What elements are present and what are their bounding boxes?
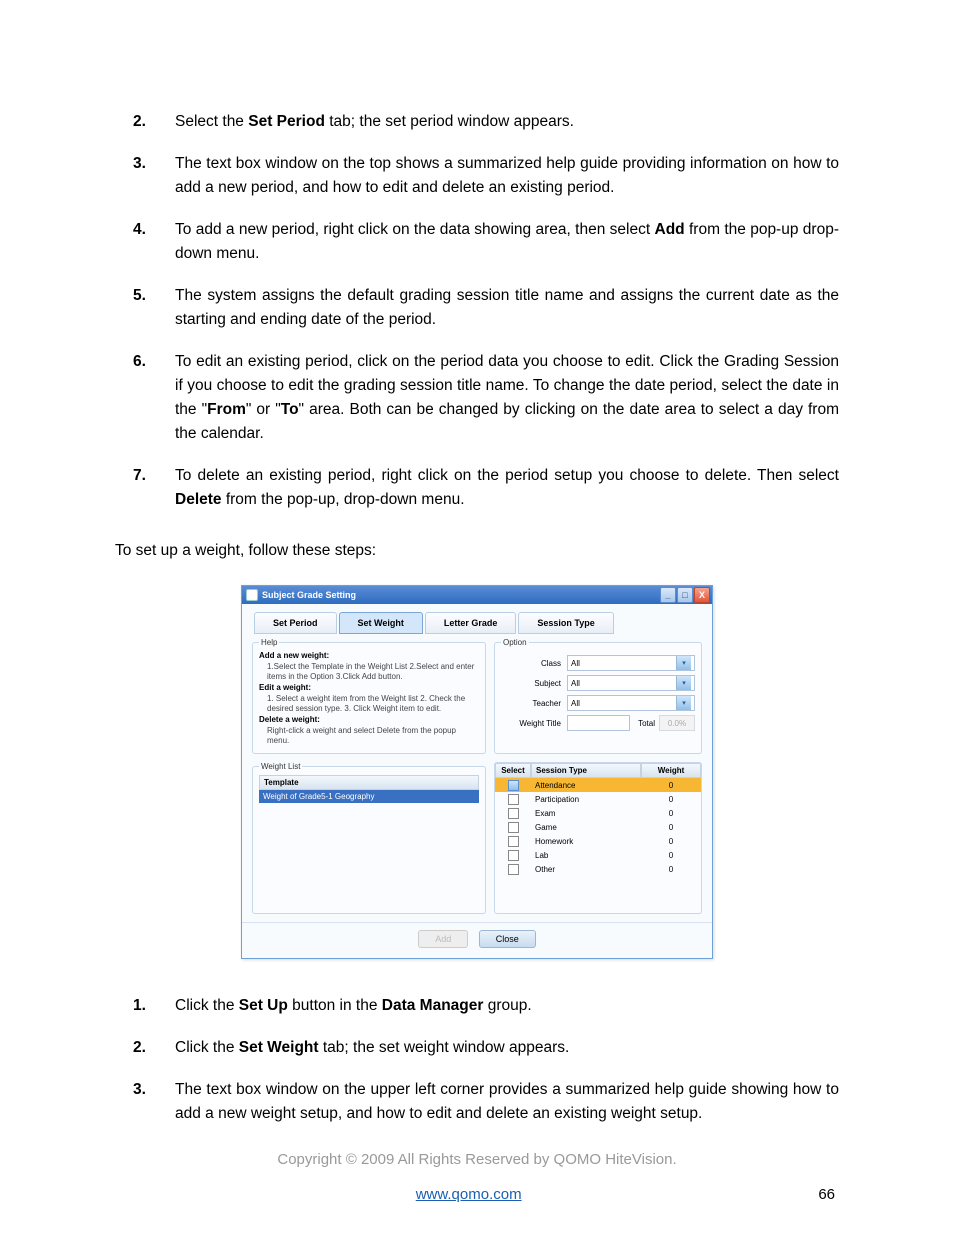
dialog-figure: Subject Grade Setting _ □ X Set PeriodSe… [115, 585, 839, 959]
session-type-cell: Game [531, 823, 641, 832]
class-label: Class [501, 659, 561, 668]
row-checkbox[interactable] [508, 850, 519, 861]
row-checkbox[interactable] [508, 808, 519, 819]
weight-list-fieldset: Weight List Template Weight of Grade5-1 … [252, 762, 486, 914]
session-type-cell: Lab [531, 851, 641, 860]
weight-cell: 0 [641, 851, 701, 860]
weight-cell: 0 [641, 809, 701, 818]
dropdown-icon[interactable]: ▾ [676, 656, 691, 670]
close-icon[interactable]: X [694, 587, 710, 603]
tab-letter-grade[interactable]: Letter Grade [425, 612, 517, 634]
weight-list-legend: Weight List [259, 762, 302, 771]
window-title: Subject Grade Setting [262, 590, 356, 600]
weight-list-header: Template [259, 775, 479, 790]
session-row[interactable]: Game0 [495, 820, 701, 834]
session-row[interactable]: Participation0 [495, 792, 701, 806]
step-item: 3.The text box window on the upper left … [115, 1078, 839, 1126]
numbered-steps-1: 2.Select the Set Period tab; the set per… [115, 110, 839, 512]
weight-title-input[interactable] [567, 715, 630, 731]
minimize-icon[interactable]: _ [660, 587, 676, 603]
dropdown-icon[interactable]: ▾ [676, 676, 691, 690]
option-legend: Option [501, 638, 529, 647]
maximize-icon[interactable]: □ [677, 587, 693, 603]
tab-set-weight[interactable]: Set Weight [339, 612, 423, 634]
row-checkbox[interactable] [508, 836, 519, 847]
weight-cell: 0 [641, 837, 701, 846]
add-button[interactable]: Add [418, 930, 468, 948]
session-row[interactable]: Homework0 [495, 834, 701, 848]
step-item: 1.Click the Set Up button in the Data Ma… [115, 994, 839, 1018]
copyright: Copyright © 2009 All Rights Reserved by … [115, 1151, 839, 1168]
step-item: 6.To edit an existing period, click on t… [115, 350, 839, 446]
session-row[interactable]: Lab0 [495, 848, 701, 862]
session-row[interactable]: Attendance0 [495, 778, 701, 792]
close-button[interactable]: Close [479, 930, 536, 948]
weight-title-label: Weight Title [501, 719, 561, 728]
row-checkbox[interactable] [508, 780, 519, 791]
page-number: 66 [818, 1186, 835, 1203]
option-fieldset: Option Class All ▾ Subject All ▾ [494, 638, 702, 754]
step-item: 4.To add a new period, right click on th… [115, 218, 839, 266]
session-row[interactable]: Exam0 [495, 806, 701, 820]
tab-set-period[interactable]: Set Period [254, 612, 337, 634]
total-label: Total [638, 719, 655, 728]
page-footer: www.qomo.com 66 [115, 1186, 839, 1203]
row-checkbox[interactable] [508, 794, 519, 805]
session-row[interactable]: Other0 [495, 862, 701, 876]
total-value: 0.0% [659, 715, 695, 731]
step-item: 2.Click the Set Weight tab; the set weig… [115, 1036, 839, 1060]
session-type-cell: Other [531, 865, 641, 874]
step-item: 3.The text box window on the top shows a… [115, 152, 839, 200]
class-select[interactable]: All ▾ [567, 655, 695, 671]
step-item: 7.To delete an existing period, right cl… [115, 464, 839, 512]
step-item: 2.Select the Set Period tab; the set per… [115, 110, 839, 134]
subject-label: Subject [501, 679, 561, 688]
session-type-cell: Exam [531, 809, 641, 818]
help-fieldset: Help Add a new weight: 1.Select the Temp… [252, 638, 486, 754]
session-type-cell: Participation [531, 795, 641, 804]
footer-link[interactable]: www.qomo.com [416, 1186, 522, 1203]
numbered-steps-2: 1.Click the Set Up button in the Data Ma… [115, 994, 839, 1126]
app-icon [246, 589, 258, 601]
weight-list-item[interactable]: Weight of Grade5-1 Geography [259, 790, 479, 803]
tab-session-type[interactable]: Session Type [518, 612, 613, 634]
weight-intro: To set up a weight, follow these steps: [115, 542, 839, 560]
weight-cell: 0 [641, 795, 701, 804]
session-table: Select Session Type Weight Attendance0Pa… [494, 762, 702, 914]
row-checkbox[interactable] [508, 822, 519, 833]
window-titlebar[interactable]: Subject Grade Setting _ □ X [242, 586, 712, 604]
step-item: 5.The system assigns the default grading… [115, 284, 839, 332]
weight-cell: 0 [641, 865, 701, 874]
dialog-tabs: Set PeriodSet WeightLetter GradeSession … [242, 604, 712, 638]
teacher-select[interactable]: All ▾ [567, 695, 695, 711]
teacher-label: Teacher [501, 699, 561, 708]
session-table-header: Select Session Type Weight [495, 763, 701, 778]
dropdown-icon[interactable]: ▾ [676, 696, 691, 710]
session-type-cell: Attendance [531, 781, 641, 790]
session-type-cell: Homework [531, 837, 641, 846]
subject-select[interactable]: All ▾ [567, 675, 695, 691]
help-legend: Help [259, 638, 279, 647]
weight-cell: 0 [641, 781, 701, 790]
weight-cell: 0 [641, 823, 701, 832]
row-checkbox[interactable] [508, 864, 519, 875]
